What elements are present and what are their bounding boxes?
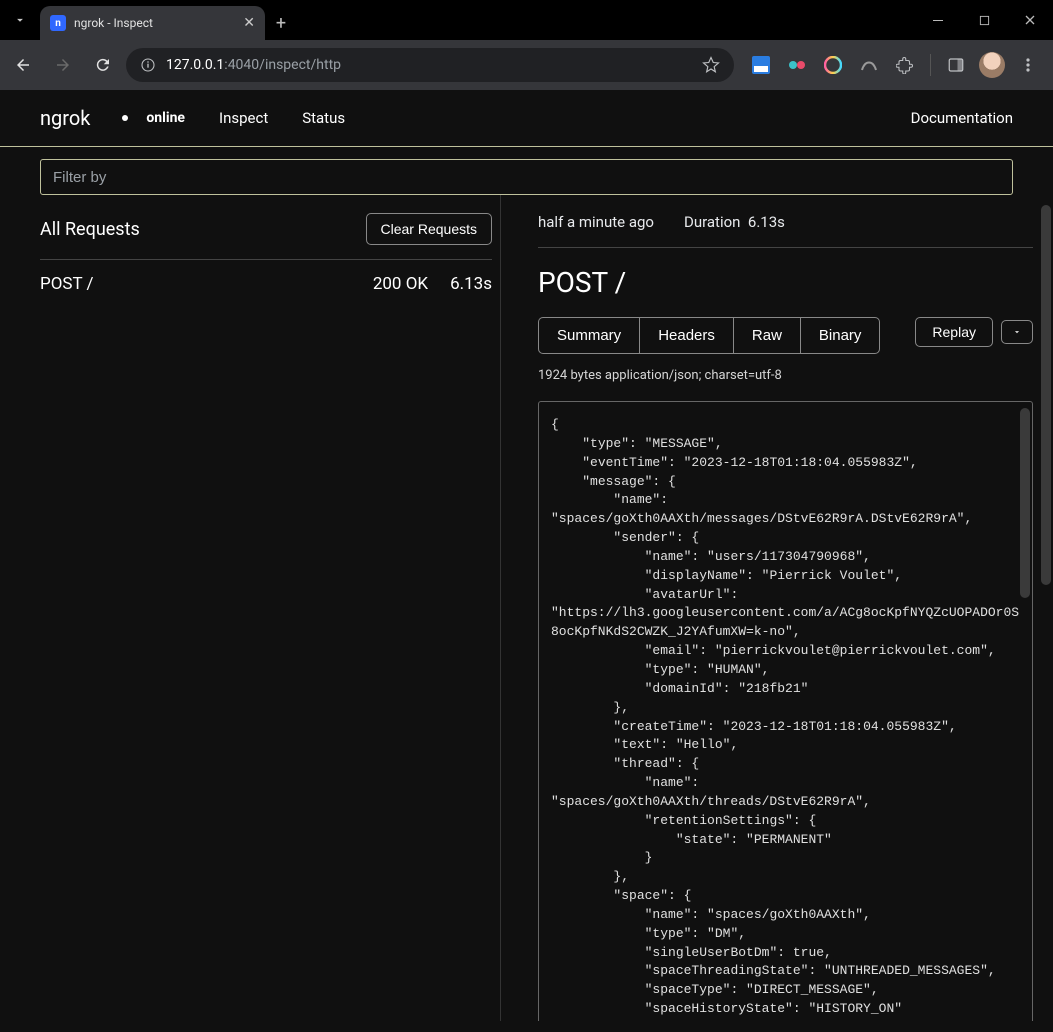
extensions-menu-icon[interactable] <box>890 50 920 80</box>
toolbar-extensions <box>746 50 1043 80</box>
extension-icon[interactable] <box>854 50 884 80</box>
detail-meta: half a minute ago Duration 6.13s <box>538 213 1033 248</box>
requests-title: All Requests <box>40 219 140 240</box>
primary-nav: Inspect Status <box>219 108 375 127</box>
status-indicator-icon <box>122 115 128 121</box>
request-age: half a minute ago <box>538 213 654 231</box>
side-panel-icon[interactable] <box>941 50 971 80</box>
close-icon[interactable]: ✕ <box>243 16 255 30</box>
window-close-button[interactable] <box>1007 0 1053 40</box>
url-port: :4040 <box>224 57 259 73</box>
tab-summary[interactable]: Summary <box>538 317 639 354</box>
reload-button[interactable] <box>86 48 120 82</box>
tab-headers[interactable]: Headers <box>639 317 733 354</box>
tab-binary[interactable]: Binary <box>800 317 881 354</box>
request-status: 200 OK <box>373 274 428 294</box>
nav-inspect[interactable]: Inspect <box>219 109 268 127</box>
app-body: All Requests Clear Requests POST / 200 O… <box>0 146 1053 1032</box>
avatar-icon <box>979 52 1005 78</box>
detail-title: POST / <box>538 266 1033 299</box>
app-header: ngrok online Inspect Status Documentatio… <box>0 90 1053 146</box>
ngrok-favicon-icon: n <box>50 15 66 31</box>
filter-bar <box>0 147 1053 195</box>
nav-status[interactable]: Status <box>302 109 345 127</box>
toolbar-separator <box>930 54 931 76</box>
window-minimize-button[interactable] <box>915 0 961 40</box>
url-text: 127.0.0.1:4040/inspect/http <box>166 57 341 73</box>
replay-button[interactable]: Replay <box>915 317 993 347</box>
back-button[interactable] <box>6 48 40 82</box>
request-method-path: POST / <box>40 274 373 294</box>
tab-title: ngrok - Inspect <box>74 16 235 30</box>
extension-icon[interactable] <box>818 50 848 80</box>
duration-group: Duration 6.13s <box>684 213 785 231</box>
detail-pane: half a minute ago Duration 6.13s POST / … <box>512 195 1053 1021</box>
pane-divider[interactable] <box>500 195 512 1021</box>
request-row[interactable]: POST / 200 OK 6.13s <box>40 260 492 308</box>
brand-logo[interactable]: ngrok <box>40 106 90 130</box>
documentation-link[interactable]: Documentation <box>911 109 1013 127</box>
chevron-down-icon <box>1012 327 1022 337</box>
window-titlebar: n ngrok - Inspect ✕ + <box>0 0 1053 40</box>
address-bar[interactable]: 127.0.0.1:4040/inspect/http <box>126 48 734 82</box>
forward-button[interactable] <box>46 48 80 82</box>
clear-requests-button[interactable]: Clear Requests <box>366 213 493 245</box>
tab-raw[interactable]: Raw <box>733 317 800 354</box>
response-body[interactable]: { "type": "MESSAGE", "eventTime": "2023-… <box>538 401 1033 1021</box>
browser-tab[interactable]: n ngrok - Inspect ✕ <box>40 6 265 40</box>
duration-label: Duration <box>684 213 740 231</box>
extension-icon[interactable] <box>782 50 812 80</box>
window-maximize-button[interactable] <box>961 0 1007 40</box>
detail-tabs: Summary Headers Raw Binary Replay <box>538 317 1033 354</box>
replay-options-button[interactable] <box>1001 320 1033 344</box>
filter-input[interactable] <box>40 159 1013 195</box>
url-path: /inspect/http <box>259 57 341 73</box>
site-info-icon[interactable] <box>140 57 156 73</box>
tunnel-status: online <box>146 110 185 126</box>
scrollbar-thumb[interactable] <box>1041 205 1051 585</box>
url-host: 127.0.0.1 <box>166 57 224 73</box>
requests-pane: All Requests Clear Requests POST / 200 O… <box>0 195 500 1021</box>
replay-group: Replay <box>915 317 1033 347</box>
body-meta: 1924 bytes application/json; charset=utf… <box>538 368 1033 383</box>
duration-value: 6.13s <box>748 213 785 231</box>
scrollbar-thumb[interactable] <box>1020 408 1030 598</box>
request-duration: 6.13s <box>450 274 492 294</box>
app-root: ngrok online Inspect Status Documentatio… <box>0 90 1053 1032</box>
requests-header: All Requests Clear Requests <box>40 213 492 260</box>
tab-search-dropdown[interactable] <box>0 0 40 40</box>
extension-icon[interactable] <box>746 50 776 80</box>
bookmark-icon[interactable] <box>702 56 720 74</box>
window-controls <box>915 0 1053 40</box>
profile-avatar[interactable] <box>977 50 1007 80</box>
chrome-menu-icon[interactable] <box>1013 50 1043 80</box>
new-tab-button[interactable]: + <box>265 6 297 40</box>
browser-toolbar: 127.0.0.1:4040/inspect/http <box>0 40 1053 90</box>
split-panes: All Requests Clear Requests POST / 200 O… <box>0 195 1053 1021</box>
